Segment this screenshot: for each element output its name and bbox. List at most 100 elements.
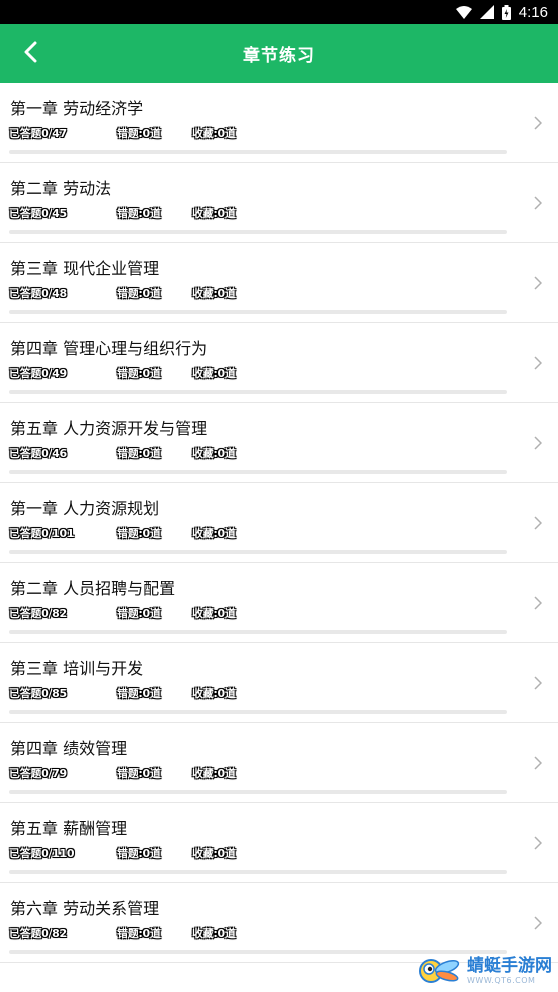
chapter-title: 第三章 现代企业管理 [10, 259, 160, 278]
page-title: 章节练习 [243, 46, 315, 66]
chapter-stats: 已答题0/48 错题:0道 收藏:0道 [9, 285, 509, 301]
chevron-right-icon [532, 915, 544, 931]
wrong-count: 错题:0道 [117, 767, 161, 780]
chapter-stats: 已答题0/82 错题:0道 收藏:0道 [9, 925, 509, 941]
wrong-count: 错题:0道 [117, 447, 161, 460]
wrong-count: 错题:0道 [117, 367, 161, 380]
progress-bar [9, 310, 507, 314]
chevron-right-icon [532, 755, 544, 771]
answered-count: 已答题0/45 [9, 207, 67, 220]
cellular-signal-icon [479, 5, 494, 19]
chevron-left-icon [23, 41, 37, 67]
progress-bar [9, 550, 507, 554]
watermark: 蜻蜓手游网 WWW.QT6.COM [417, 954, 552, 988]
chapter-title: 第二章 劳动法 [10, 179, 112, 198]
chapter-row[interactable]: 第五章 薪酬管理 已答题0/110 错题:0道 收藏:0道 [0, 803, 558, 883]
chevron-right-icon [532, 435, 544, 451]
answered-count: 已答题0/85 [9, 687, 67, 700]
favorites-count: 收藏:0道 [192, 207, 236, 220]
chapter-stats: 已答题0/110 错题:0道 收藏:0道 [9, 845, 509, 861]
chapter-row[interactable]: 第二章 劳动法 已答题0/45 错题:0道 收藏:0道 [0, 163, 558, 243]
chevron-right-icon [532, 115, 544, 131]
favorites-count: 收藏:0道 [192, 367, 236, 380]
favorites-count: 收藏:0道 [192, 767, 236, 780]
chevron-right-icon [532, 675, 544, 691]
wrong-count: 错题:0道 [117, 607, 161, 620]
chapter-stats: 已答题0/47 错题:0道 收藏:0道 [9, 125, 509, 141]
chapter-row[interactable]: 第一章 劳动经济学 已答题0/47 错题:0道 收藏:0道 [0, 83, 558, 163]
wrong-count: 错题:0道 [117, 847, 161, 860]
wrong-count: 错题:0道 [117, 127, 161, 140]
wrong-count: 错题:0道 [117, 687, 161, 700]
dragonfly-logo-icon [417, 954, 463, 988]
chevron-right-icon [532, 275, 544, 291]
watermark-url: WWW.QT6.COM [467, 975, 536, 985]
answered-count: 已答题0/46 [9, 447, 67, 460]
progress-bar [9, 630, 507, 634]
favorites-count: 收藏:0道 [192, 287, 236, 300]
favorites-count: 收藏:0道 [192, 447, 236, 460]
wrong-count: 错题:0道 [117, 207, 161, 220]
chapter-stats: 已答题0/82 错题:0道 收藏:0道 [9, 605, 509, 621]
answered-count: 已答题0/79 [9, 767, 67, 780]
chapter-stats: 已答题0/45 错题:0道 收藏:0道 [9, 205, 509, 221]
favorites-count: 收藏:0道 [192, 847, 236, 860]
watermark-name: 蜻蜓手游网 [467, 955, 552, 976]
chapter-stats: 已答题0/85 错题:0道 收藏:0道 [9, 685, 509, 701]
chevron-right-icon [532, 595, 544, 611]
chapter-title: 第四章 绩效管理 [10, 739, 128, 758]
favorites-count: 收藏:0道 [192, 927, 236, 940]
chapter-row[interactable]: 第三章 现代企业管理 已答题0/48 错题:0道 收藏:0道 [0, 243, 558, 323]
chapter-row[interactable]: 第三章 培训与开发 已答题0/85 错题:0道 收藏:0道 [0, 643, 558, 723]
chapter-row[interactable]: 第二章 人员招聘与配置 已答题0/82 错题:0道 收藏:0道 [0, 563, 558, 643]
chevron-right-icon [532, 355, 544, 371]
answered-count: 已答题0/110 [9, 847, 75, 860]
chapter-list: 第一章 劳动经济学 已答题0/47 错题:0道 收藏:0道 第二章 劳动法 已答… [0, 83, 558, 963]
progress-bar [9, 710, 507, 714]
favorites-count: 收藏:0道 [192, 527, 236, 540]
wrong-count: 错题:0道 [117, 287, 161, 300]
progress-bar [9, 790, 507, 794]
progress-bar [9, 470, 507, 474]
chapter-stats: 已答题0/49 错题:0道 收藏:0道 [9, 365, 509, 381]
answered-count: 已答题0/48 [9, 287, 67, 300]
chapter-title: 第一章 劳动经济学 [10, 99, 144, 118]
wrong-count: 错题:0道 [117, 927, 161, 940]
battery-icon [501, 4, 511, 20]
chapter-row[interactable]: 第四章 绩效管理 已答题0/79 错题:0道 收藏:0道 [0, 723, 558, 803]
answered-count: 已答题0/101 [9, 527, 75, 540]
chapter-stats: 已答题0/46 错题:0道 收藏:0道 [9, 445, 509, 461]
chevron-right-icon [532, 835, 544, 851]
chapter-stats: 已答题0/101 错题:0道 收藏:0道 [9, 525, 509, 541]
progress-bar [9, 230, 507, 234]
answered-count: 已答题0/82 [9, 607, 67, 620]
chapter-row[interactable]: 第五章 人力资源开发与管理 已答题0/46 错题:0道 收藏:0道 [0, 403, 558, 483]
wrong-count: 错题:0道 [117, 527, 161, 540]
chapter-title: 第五章 薪酬管理 [10, 819, 128, 838]
wifi-icon [455, 5, 472, 19]
chapter-stats: 已答题0/79 错题:0道 收藏:0道 [9, 765, 509, 781]
answered-count: 已答题0/49 [9, 367, 67, 380]
chapter-title: 第一章 人力资源规划 [10, 499, 160, 518]
chapter-title: 第六章 劳动关系管理 [10, 899, 160, 918]
status-bar: 4:16 [0, 0, 558, 24]
answered-count: 已答题0/82 [9, 927, 67, 940]
back-button[interactable] [12, 24, 48, 83]
status-time: 4:16 [518, 3, 548, 21]
favorites-count: 收藏:0道 [192, 607, 236, 620]
progress-bar [9, 870, 507, 874]
favorites-count: 收藏:0道 [192, 127, 236, 140]
chapter-row[interactable]: 第四章 管理心理与组织行为 已答题0/49 错题:0道 收藏:0道 [0, 323, 558, 403]
chapter-row[interactable]: 第一章 人力资源规划 已答题0/101 错题:0道 收藏:0道 [0, 483, 558, 563]
chevron-right-icon [532, 195, 544, 211]
chapter-title: 第二章 人员招聘与配置 [10, 579, 176, 598]
progress-bar [9, 150, 507, 154]
chapter-title: 第三章 培训与开发 [10, 659, 144, 678]
progress-bar [9, 390, 507, 394]
chapter-title: 第四章 管理心理与组织行为 [10, 339, 208, 358]
app-bar: 章节练习 [0, 24, 558, 83]
chapter-row[interactable]: 第六章 劳动关系管理 已答题0/82 错题:0道 收藏:0道 [0, 883, 558, 963]
chevron-right-icon [532, 515, 544, 531]
answered-count: 已答题0/47 [9, 127, 67, 140]
chapter-title: 第五章 人力资源开发与管理 [10, 419, 208, 438]
